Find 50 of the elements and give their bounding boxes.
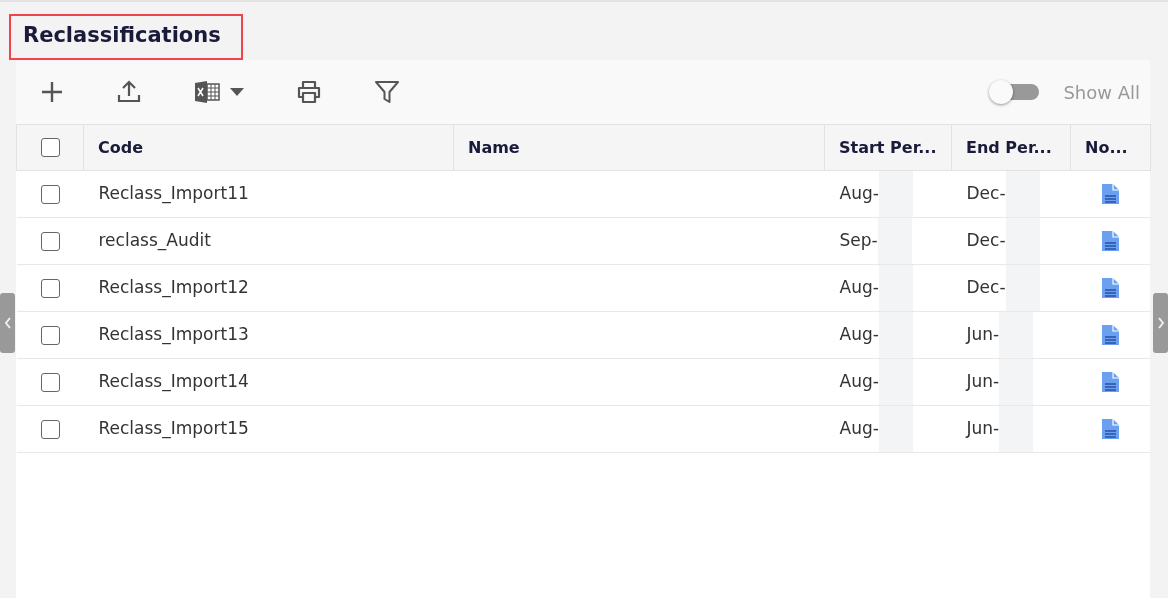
checkbox[interactable] [40,231,60,251]
document-icon[interactable] [1101,418,1120,441]
table-cell: Jun- [966,371,1000,392]
document-icon[interactable] [1101,371,1120,394]
chevron-left-icon [3,317,12,329]
collapse-left-handle[interactable] [0,293,15,353]
table-cell: Reclass_Import12 [83,264,454,312]
table-cell: Aug- [839,277,879,298]
column-header[interactable]: Name [453,124,825,171]
page-title: Reclassifications [9,14,243,60]
column-header[interactable]: Start Per... [824,124,952,171]
document-icon[interactable] [1101,277,1120,300]
upload-icon [116,79,142,105]
column-header[interactable]: No... [1070,124,1151,171]
filter-icon [374,80,400,104]
caret-icon [230,88,244,96]
plus-icon [40,80,64,104]
table-cell: Reclass_Import15 [83,405,454,453]
table-cell: Reclass_Import14 [83,358,454,406]
column-header[interactable]: End Per... [951,124,1071,171]
table-cell: Aug- [839,324,879,345]
printer-icon [296,80,322,104]
table-cell: Dec- [966,277,1006,298]
checkbox[interactable] [40,278,60,298]
table-cell: Dec- [966,230,1006,251]
redaction-block [878,171,913,217]
checkbox[interactable] [40,372,60,392]
spreadsheet-icon [194,80,220,104]
expand-right-handle[interactable] [1153,293,1168,353]
checkbox[interactable] [40,184,60,204]
chevron-right-icon [1156,317,1165,329]
table-cell: reclass_Audit [83,217,454,265]
table-cell: Reclass_Import13 [83,311,454,359]
table-cell: Jun- [966,418,1000,439]
document-icon[interactable] [1101,183,1120,206]
table-cell: Reclass_Import11 [83,170,454,218]
table-cell: Sep- [839,230,878,251]
table-cell: Aug- [839,371,879,392]
show-all-label: Show All [1063,80,1140,105]
redaction-block [1005,171,1040,217]
checkbox[interactable] [40,138,60,157]
document-icon[interactable] [1101,230,1120,253]
column-header[interactable]: Code [83,124,454,171]
table-cell: Aug- [839,183,879,204]
table-cell: Aug- [839,418,879,439]
document-icon[interactable] [1101,324,1120,347]
checkbox[interactable] [40,419,60,439]
table-cell: Dec- [966,183,1006,204]
checkbox[interactable] [40,325,60,345]
table-cell: Jun- [966,324,1000,345]
